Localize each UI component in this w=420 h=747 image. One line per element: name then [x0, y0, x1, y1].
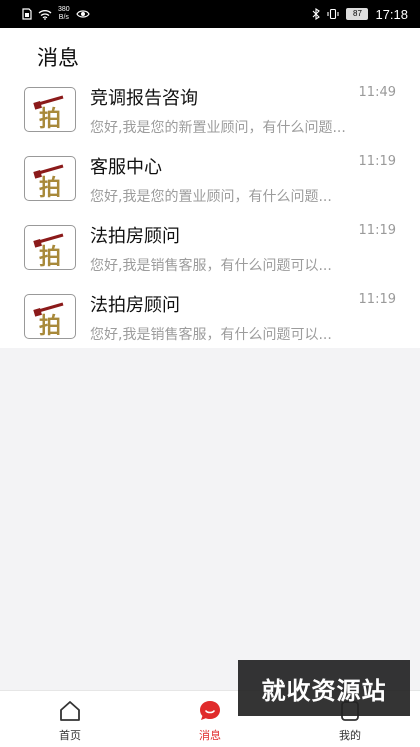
message-list: 拍 竞调报告咨询 11:49 您好,我是您的新置业顾问，有什么问题... 拍 客…	[0, 80, 420, 356]
message-icon	[200, 701, 220, 720]
contact-name: 法拍房顾问	[90, 295, 180, 316]
tab-label: 首页	[59, 729, 81, 742]
tab-home[interactable]: 首页	[35, 691, 105, 747]
eye-icon	[76, 10, 90, 18]
sim-icon	[22, 8, 32, 20]
message-preview: 您好,我是您的新置业顾问，有什么问题...	[90, 120, 346, 136]
avatar-glyph: 拍	[39, 106, 61, 130]
contact-name: 法拍房顾问	[90, 226, 180, 247]
tab-messages[interactable]: 消息	[175, 691, 245, 747]
avatar: 拍	[24, 225, 76, 270]
message-preview: 您好,我是您的置业顾问，有什么问题...	[90, 189, 332, 205]
contact-name: 客服中心	[90, 157, 162, 178]
message-preview: 您好,我是销售客服，有什么问题可以...	[90, 327, 332, 343]
avatar: 拍	[24, 294, 76, 339]
speed-unit: B/s	[58, 14, 69, 21]
auction-gavel-icon: 拍	[33, 302, 64, 337]
status-left: 380 B/s	[22, 6, 90, 22]
tab-label: 消息	[199, 729, 221, 742]
status-time: 17:18	[375, 6, 408, 22]
message-item[interactable]: 拍 竞调报告咨询 11:49 您好,我是您的新置业顾问，有什么问题...	[0, 80, 420, 149]
avatar: 拍	[24, 87, 76, 132]
vibrate-icon	[327, 8, 340, 20]
watermark-badge: 就收资源站	[238, 660, 410, 716]
bluetooth-icon	[313, 8, 321, 20]
status-bar: 380 B/s 87 17:18	[0, 0, 420, 28]
avatar-glyph: 拍	[39, 313, 61, 337]
avatar: 拍	[24, 156, 76, 201]
status-right: 87 17:18	[312, 7, 408, 22]
tab-label: 我的	[339, 729, 361, 742]
home-icon	[60, 701, 80, 721]
page-title: 消息	[37, 46, 79, 70]
contact-name: 竞调报告咨询	[90, 88, 198, 109]
avatar-glyph: 拍	[39, 175, 61, 199]
wifi-icon	[38, 9, 52, 20]
speed-value: 380	[58, 6, 70, 13]
message-time: 11:49	[358, 85, 396, 100]
network-speed: 380 B/s	[58, 6, 70, 22]
message-preview: 您好,我是销售客服，有什么问题可以...	[90, 258, 332, 274]
message-item[interactable]: 拍 客服中心 11:19 您好,我是您的置业顾问，有什么问题...	[0, 149, 420, 218]
auction-gavel-icon: 拍	[33, 164, 64, 199]
message-page: 消息 拍 竞调报告咨询 11:49 您好,我是您的新置业顾问，有什么问题... …	[0, 28, 420, 348]
message-time: 11:19	[358, 154, 396, 169]
message-item[interactable]: 拍 法拍房顾问 11:19 您好,我是销售客服，有什么问题可以...	[0, 287, 420, 356]
avatar-glyph: 拍	[39, 244, 61, 268]
message-time: 11:19	[358, 292, 396, 307]
auction-gavel-icon: 拍	[33, 95, 64, 130]
battery-indicator: 87	[346, 8, 369, 20]
message-item[interactable]: 拍 法拍房顾问 11:19 您好,我是销售客服，有什么问题可以...	[0, 218, 420, 287]
auction-gavel-icon: 拍	[33, 233, 64, 268]
message-time: 11:19	[358, 223, 396, 238]
